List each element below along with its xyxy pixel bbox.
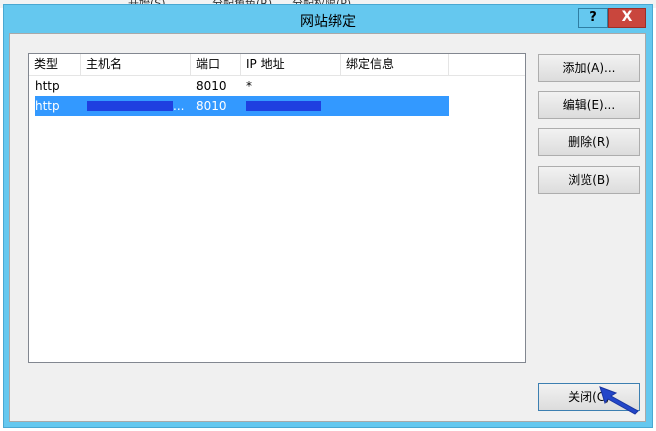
cell-ip: * (246, 79, 252, 93)
pointer-arrow-icon (599, 386, 639, 415)
table-row-selected[interactable]: http ... 8010 (35, 96, 449, 116)
redacted-hostname (87, 101, 173, 111)
help-button[interactable]: ? (578, 8, 608, 28)
dialog-title: 网站绑定 (300, 14, 356, 30)
dialog-body: 类型 主机名 端口 IP 地址 绑定信息 http 8010 * http ..… (9, 33, 646, 422)
column-header-hostname[interactable]: 主机名 (81, 54, 191, 75)
redacted-ip-address (246, 101, 321, 111)
column-header-binding-info[interactable]: 绑定信息 (341, 54, 449, 75)
column-header-port[interactable]: 端口 (191, 54, 241, 75)
list-header: 类型 主机名 端口 IP 地址 绑定信息 (29, 54, 525, 76)
browse-button[interactable]: 浏览(B) (538, 166, 640, 194)
cell-type: http (35, 79, 60, 93)
close-window-button[interactable]: X (608, 8, 646, 28)
cell-hostname-ellipsis: ... (173, 99, 185, 113)
column-header-type[interactable]: 类型 (29, 54, 81, 75)
table-row[interactable]: http 8010 * (35, 76, 449, 96)
remove-button[interactable]: 删除(R) (538, 128, 640, 156)
bindings-list[interactable]: 类型 主机名 端口 IP 地址 绑定信息 http 8010 * http ..… (28, 53, 526, 363)
add-button[interactable]: 添加(A)... (538, 54, 640, 82)
edit-button[interactable]: 编辑(E)... (538, 91, 640, 119)
cell-port: 8010 (196, 79, 227, 93)
site-bindings-dialog: 网站绑定 ? X 类型 主机名 端口 IP 地址 绑定信息 http 8010 … (3, 4, 653, 428)
column-header-ip-address[interactable]: IP 地址 (241, 54, 341, 75)
cell-port: 8010 (196, 99, 227, 113)
cell-type: http (35, 99, 60, 113)
